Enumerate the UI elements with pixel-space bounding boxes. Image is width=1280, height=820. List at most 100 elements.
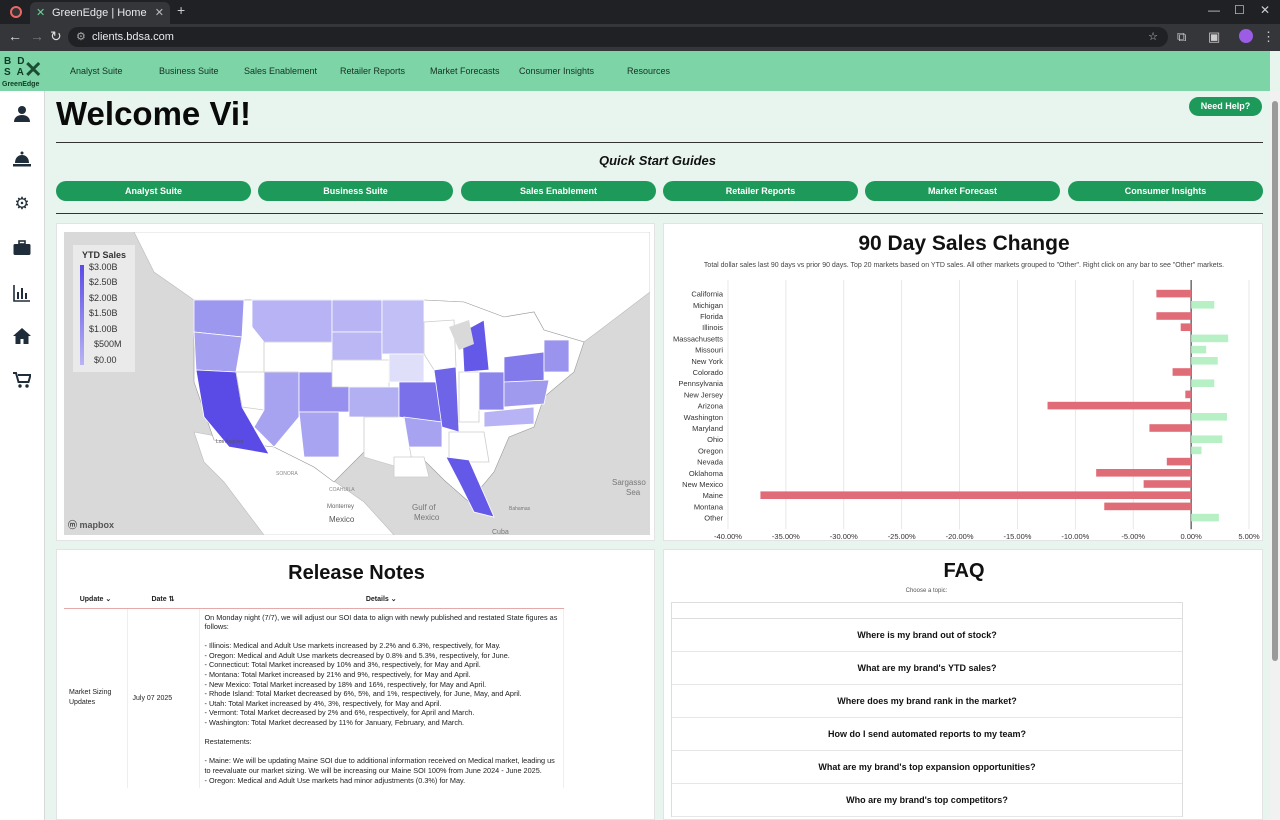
logo-subtitle: GreenEdge: [2, 81, 40, 88]
faq-item[interactable]: What are my brand's top expansion opport…: [672, 751, 1182, 784]
bar-maryland[interactable]: [1149, 424, 1192, 432]
x-tick-label: 0.00%: [1180, 532, 1202, 541]
home-icon[interactable]: [13, 327, 31, 345]
url-bar[interactable]: ⚙ clients.bdsa.com ☆: [68, 27, 1168, 47]
ytd-sales-map-panel: Gulf of Mexico Sargasso Sea Mexico Monte…: [56, 223, 655, 541]
mapbox-attribution[interactable]: ⓜ mapbox: [68, 518, 114, 531]
recording-icon: [10, 6, 22, 18]
bar-chart[interactable]: -40.00% -35.00% -30.00% -25.00% -20.00% -15.0…: [664, 272, 1264, 542]
sort-chevron-icon[interactable]: ⌄: [391, 596, 397, 603]
bar-florida[interactable]: [1156, 312, 1192, 320]
category-label: Missouri: [695, 346, 723, 355]
minimize-icon[interactable]: —: [1208, 3, 1220, 17]
qs-business-suite-button[interactable]: Business Suite: [258, 181, 453, 201]
bar-missouri[interactable]: [1191, 345, 1207, 354]
nav-analyst-suite[interactable]: Analyst Suite: [70, 66, 123, 76]
briefcase-icon[interactable]: [13, 239, 31, 257]
bar-montana[interactable]: [1104, 502, 1192, 511]
bar-arizona[interactable]: [1047, 401, 1192, 410]
faq-item[interactable]: Where does my brand rank in the market?: [672, 685, 1182, 718]
x-tick-label: -25.00%: [888, 532, 916, 541]
qs-market-forecast-button[interactable]: Market Forecast: [865, 181, 1060, 201]
bdsa-logo[interactable]: BD SA ✕ GreenEdge: [2, 54, 46, 90]
nav-sales-enablement[interactable]: Sales Enablement: [244, 66, 317, 76]
nav-resources[interactable]: Resources: [627, 66, 670, 76]
map-label-sargasso: Sea: [626, 488, 641, 497]
top-navigation: BD SA ✕ GreenEdge Analyst Suite Business…: [0, 51, 1270, 91]
page-scrollbar[interactable]: [1270, 91, 1280, 820]
side-panel-icon[interactable]: ▣: [1208, 29, 1220, 45]
bar-washington[interactable]: [1191, 413, 1228, 421]
date-cell: July 07 2025: [127, 608, 200, 789]
qs-sales-enablement-button[interactable]: Sales Enablement: [461, 181, 656, 201]
column-header-details[interactable]: Details ⌄: [199, 591, 564, 609]
maximize-icon[interactable]: ☐: [1234, 3, 1245, 17]
close-window-icon[interactable]: ✕: [1260, 3, 1270, 17]
faq-item[interactable]: Where is my brand out of stock?: [672, 619, 1182, 652]
menu-icon[interactable]: ⋮: [1262, 29, 1275, 45]
column-header-date[interactable]: Date ⇅: [127, 591, 199, 609]
faq-item[interactable]: Who are my brand's top competitors?: [672, 784, 1182, 817]
extensions-icon[interactable]: ⧉: [1177, 29, 1186, 45]
sort-chevron-icon[interactable]: ⌄: [105, 596, 111, 603]
bar-other[interactable]: [1191, 513, 1219, 522]
bookmark-star-icon[interactable]: ☆: [1148, 27, 1158, 47]
bar-pennsylvania[interactable]: [1191, 379, 1215, 387]
gear-icon[interactable]: ⚙: [13, 195, 31, 213]
bar-new-jersey[interactable]: [1185, 390, 1192, 399]
faq-item[interactable]: What are my brand's YTD sales?: [672, 652, 1182, 685]
bar-nevada[interactable]: [1166, 457, 1192, 466]
tab-title: GreenEdge | Home: [52, 7, 147, 19]
legend-value: $2.00B: [89, 293, 118, 303]
nav-market-forecasts[interactable]: Market Forecasts: [430, 66, 500, 76]
forward-icon[interactable]: →: [30, 28, 44, 44]
bar-massachusetts[interactable]: [1191, 334, 1229, 343]
bar-colorado[interactable]: [1172, 368, 1192, 376]
bar-illinois[interactable]: [1180, 323, 1192, 331]
scrollbar-thumb[interactable]: [1272, 101, 1278, 661]
category-label: Illinois: [702, 323, 723, 332]
map-label-cuba: Cuba: [492, 529, 509, 535]
quick-start-title: Quick Start Guides: [598, 153, 717, 168]
bar-new-york[interactable]: [1191, 357, 1218, 365]
bar-new-mexico[interactable]: [1143, 480, 1192, 488]
qs-consumer-insights-button[interactable]: Consumer Insights: [1068, 181, 1263, 201]
qs-retailer-reports-button[interactable]: Retailer Reports: [663, 181, 858, 201]
bar-california[interactable]: [1156, 289, 1192, 298]
bar-maine[interactable]: [760, 491, 1192, 499]
bar-oklahoma[interactable]: [1096, 469, 1192, 477]
bar-chart-icon[interactable]: [13, 284, 31, 302]
category-label: Maine: [703, 491, 723, 500]
category-label: Pennsylvania: [678, 379, 723, 388]
column-header-update[interactable]: Update ⌄: [64, 591, 127, 609]
x-tick-label: -10.00%: [1061, 532, 1089, 541]
sort-desc-icon[interactable]: ⇅: [169, 596, 175, 603]
category-label: Oregon: [698, 446, 723, 455]
category-label: Arizona: [698, 402, 724, 411]
new-tab-icon[interactable]: +: [177, 2, 185, 18]
x-tick-label: -5.00%: [1121, 532, 1145, 541]
qs-analyst-suite-button[interactable]: Analyst Suite: [56, 181, 251, 201]
faq-item[interactable]: How do I send automated reports to my te…: [672, 718, 1182, 751]
greenedge-favicon-icon: ✕: [36, 7, 46, 19]
back-icon[interactable]: ←: [8, 28, 22, 44]
bar-michigan[interactable]: [1191, 301, 1215, 309]
profile-avatar[interactable]: [1239, 29, 1253, 43]
nav-retailer-reports[interactable]: Retailer Reports: [340, 66, 405, 76]
need-help-button[interactable]: Need Help?: [1189, 97, 1262, 116]
shopping-cart-icon[interactable]: [13, 371, 32, 389]
nav-business-suite[interactable]: Business Suite: [159, 66, 219, 76]
bar-oregon[interactable]: [1191, 446, 1202, 455]
site-info-icon[interactable]: ⚙: [76, 27, 86, 47]
close-tab-icon[interactable]: ✕: [155, 2, 164, 24]
browser-tab[interactable]: ✕ GreenEdge | Home ✕: [30, 2, 170, 24]
map-label-monterrey: Monterrey: [327, 504, 354, 510]
reload-icon[interactable]: ↻: [50, 28, 62, 45]
ytd-sales-map[interactable]: Gulf of Mexico Sargasso Sea Mexico Monte…: [64, 232, 650, 535]
table-row[interactable]: Market Sizing Updates July 07 2025 On Mo…: [64, 608, 564, 789]
map-canvas[interactable]: Gulf of Mexico Sargasso Sea Mexico Monte…: [64, 232, 650, 535]
reception-bell-icon[interactable]: [13, 150, 31, 168]
bar-ohio[interactable]: [1191, 435, 1223, 443]
user-icon[interactable]: [13, 105, 31, 123]
nav-consumer-insights[interactable]: Consumer Insights: [519, 66, 594, 76]
